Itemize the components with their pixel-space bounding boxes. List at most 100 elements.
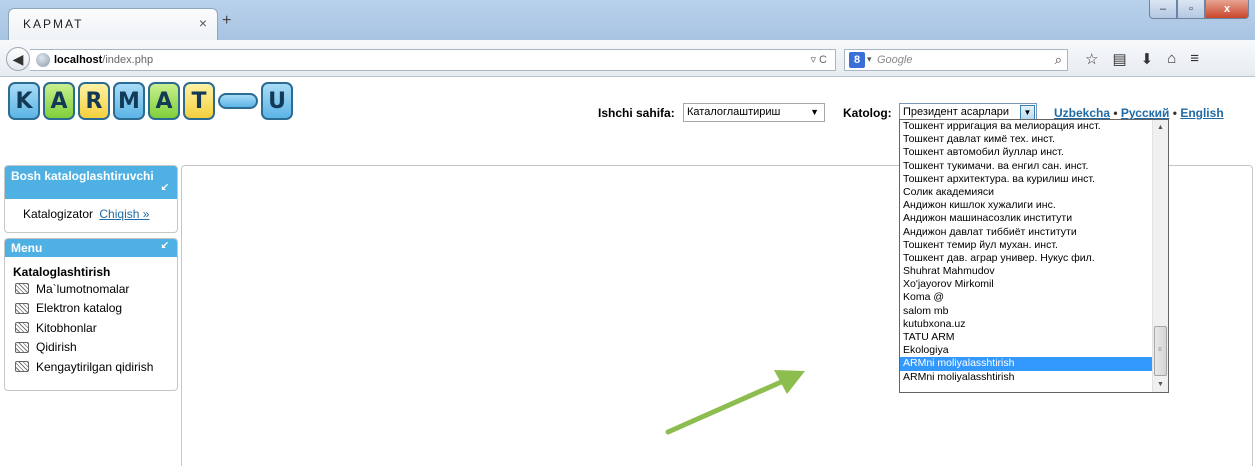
catalog-option[interactable]: Ekologiya bbox=[900, 344, 1153, 357]
browser-tabstrip: KAPMAT × + – ▫ x bbox=[0, 0, 1255, 40]
reading-list-icon[interactable]: ▤ bbox=[1112, 50, 1126, 68]
main-cataloger-panel: Bosh kataloglashtiruvchi ↙ Katalogizator… bbox=[4, 165, 178, 233]
language-switcher: Uzbekcha • Русский • English bbox=[1054, 106, 1224, 120]
search-engine-dropdown-icon[interactable]: ▾ bbox=[867, 54, 872, 65]
menu-item[interactable]: Elektron katalog bbox=[5, 299, 177, 319]
lang-uzbek-link[interactable]: Uzbekcha bbox=[1054, 106, 1110, 120]
lang-russian-link[interactable]: Русский bbox=[1121, 106, 1170, 120]
logo-dash bbox=[218, 93, 258, 109]
scroll-up-icon[interactable]: ▲ bbox=[1153, 120, 1168, 135]
grip-icon: ≡ bbox=[1158, 347, 1162, 353]
catalog-option[interactable]: Тошкент тукимачи. ва енгил сан. инст. bbox=[900, 160, 1153, 173]
close-window-button[interactable]: x bbox=[1205, 0, 1249, 19]
search-icon[interactable]: ⌕ bbox=[1055, 52, 1062, 68]
catalog-options: Тошкент ирригация ва мелиорация инст. Тош… bbox=[900, 120, 1153, 384]
logo-letter: T bbox=[183, 82, 215, 120]
catalog-option[interactable]: kutubxona.uz bbox=[900, 318, 1153, 331]
catalog-option[interactable]: Андижон кишлок хужалиги инс. bbox=[900, 199, 1153, 212]
catalog-option[interactable]: Тошкент автомобил йуллар инст. bbox=[900, 146, 1153, 159]
tab-close-icon[interactable]: × bbox=[199, 15, 207, 31]
panel-header[interactable]: Bosh kataloglashtiruvchi ↙ bbox=[5, 166, 177, 199]
browser-navbar: ◀ localhost/index.php ▿ C 8 ▾ Google ⌕ ☆… bbox=[0, 40, 1255, 77]
menu-item-label: Kengaytirilgan qidirish bbox=[36, 359, 154, 374]
url-path: /index.php bbox=[102, 54, 154, 66]
home-icon[interactable]: ⌂ bbox=[1167, 50, 1176, 68]
menu-item[interactable]: Ma`lumotnomalar bbox=[5, 279, 177, 299]
url-text: localhost/index.php bbox=[54, 54, 153, 66]
address-bar[interactable]: localhost/index.php ▿ C bbox=[30, 49, 836, 71]
panel-title: Bosh kataloglashtiruvchi bbox=[11, 169, 154, 183]
lang-english-link[interactable]: English bbox=[1180, 106, 1223, 120]
collapse-arrow-icon[interactable]: ↙ bbox=[161, 239, 169, 253]
logo-letter: U bbox=[261, 82, 293, 120]
catalog-label: Katolog: bbox=[843, 106, 892, 120]
new-tab-button[interactable]: + bbox=[222, 12, 231, 30]
catalog-option[interactable]: Shuhrat Mahmudov bbox=[900, 265, 1153, 278]
panel-title: Menu bbox=[11, 241, 43, 255]
menu-item-label: Elektron katalog bbox=[36, 301, 123, 316]
menu-section-title: Kataloglashtirish bbox=[13, 265, 111, 279]
catalog-option[interactable]: Тошкент давлат кимё тех. инст. bbox=[900, 133, 1153, 146]
book-icon bbox=[15, 341, 29, 353]
catalog-option[interactable]: Тошкент архитектура. ва курилиш инст. bbox=[900, 173, 1153, 186]
catalog-option[interactable]: Андижон давлат тиббиёт институти bbox=[900, 226, 1153, 239]
dropdown-scrollbar[interactable]: ▲ ≡ ▼ bbox=[1152, 120, 1168, 392]
book-icon bbox=[15, 322, 29, 334]
workspace-label: Ishchi sahifa: bbox=[598, 106, 675, 120]
tab-title: KAPMAT bbox=[23, 17, 84, 31]
menu-panel: Menu ↙ Kataloglashtirish Ma`lumotnomalar… bbox=[4, 238, 178, 391]
back-button[interactable]: ◀ bbox=[6, 47, 30, 71]
reload-icon[interactable]: ▿ C bbox=[810, 53, 827, 66]
logo-letter: A bbox=[43, 82, 75, 120]
menu-list: Ma`lumotnomalar Elektron katalog Kitobhonl… bbox=[5, 279, 177, 377]
collapse-arrow-icon[interactable]: ↙ bbox=[161, 181, 169, 195]
catalog-option[interactable]: Xo'jayorov Mirkomil bbox=[900, 278, 1153, 291]
minimize-button[interactable]: – bbox=[1149, 0, 1177, 19]
menu-item-label: Qidirish bbox=[36, 340, 77, 355]
catalog-option[interactable]: Андижон машинасозлик институти bbox=[900, 212, 1153, 225]
window-controls: – ▫ x bbox=[1149, 0, 1249, 20]
catalog-option[interactable]: Тошкент ирригация ва мелиорация инст. bbox=[900, 120, 1153, 133]
search-input[interactable]: Google bbox=[877, 54, 912, 66]
catalog-option[interactable]: Тошкент темир йул мухан. инст. bbox=[900, 239, 1153, 252]
bookmark-star-icon[interactable]: ☆ bbox=[1085, 50, 1098, 68]
menu-item[interactable]: Kengaytirilgan qidirish bbox=[5, 357, 177, 377]
menu-item[interactable]: Qidirish bbox=[5, 338, 177, 358]
google-icon[interactable]: 8 bbox=[849, 52, 865, 68]
book-icon bbox=[15, 283, 29, 295]
logout-link[interactable]: Chiqish » bbox=[99, 207, 149, 221]
download-icon[interactable]: ⬇ bbox=[1141, 50, 1154, 68]
catalog-option[interactable]: TATU ARM bbox=[900, 331, 1153, 344]
menu-icon[interactable]: ≡ bbox=[1190, 50, 1199, 68]
catalog-option[interactable]: salom mb bbox=[900, 305, 1153, 318]
scroll-down-icon[interactable]: ▼ bbox=[1153, 377, 1168, 392]
maximize-button[interactable]: ▫ bbox=[1177, 0, 1205, 19]
menu-item-label: Ma`lumotnomalar bbox=[36, 281, 130, 296]
logo-letter: M bbox=[113, 82, 145, 120]
menu-item[interactable]: Kitobhonlar bbox=[5, 318, 177, 338]
karmat-logo[interactable]: K A R M A T U bbox=[8, 82, 293, 120]
globe-icon bbox=[36, 53, 50, 67]
url-host: localhost bbox=[54, 54, 103, 66]
browser-tab[interactable]: KAPMAT × bbox=[8, 8, 218, 40]
lang-separator: • bbox=[1113, 106, 1118, 120]
toolbar-icons: ☆ ▤ ⬇ ⌂ ≡ bbox=[1085, 50, 1199, 68]
lang-separator: • bbox=[1172, 106, 1177, 120]
chevron-down-icon[interactable]: ▼ bbox=[1020, 105, 1035, 120]
book-icon bbox=[15, 302, 29, 314]
catalog-option[interactable]: Тошкент дав. аграр универ. Нукус фил. bbox=[900, 252, 1153, 265]
logo-letter: K bbox=[8, 82, 40, 120]
scroll-thumb[interactable]: ≡ bbox=[1154, 326, 1167, 376]
panel-header[interactable]: Menu ↙ bbox=[5, 239, 177, 257]
catalog-option[interactable]: Koma @ bbox=[900, 291, 1153, 304]
workspace-select[interactable]: Каталоглаштириш ▼ bbox=[683, 103, 825, 122]
catalog-dropdown-list[interactable]: Тошкент ирригация ва мелиорация инст. Тош… bbox=[899, 119, 1169, 393]
logo-letter: A bbox=[148, 82, 180, 120]
catalog-option[interactable]: Солик академияси bbox=[900, 186, 1153, 199]
catalog-value: Президент асарлари bbox=[903, 106, 1010, 118]
book-icon bbox=[15, 361, 29, 373]
search-bar[interactable]: 8 ▾ Google ⌕ bbox=[844, 49, 1068, 71]
catalog-option[interactable]: ARMni moliyalasshtirish bbox=[900, 371, 1153, 384]
back-arrow-icon: ◀ bbox=[12, 50, 24, 67]
catalog-option[interactable]: ARMni moliyalasshtirish bbox=[900, 357, 1153, 371]
